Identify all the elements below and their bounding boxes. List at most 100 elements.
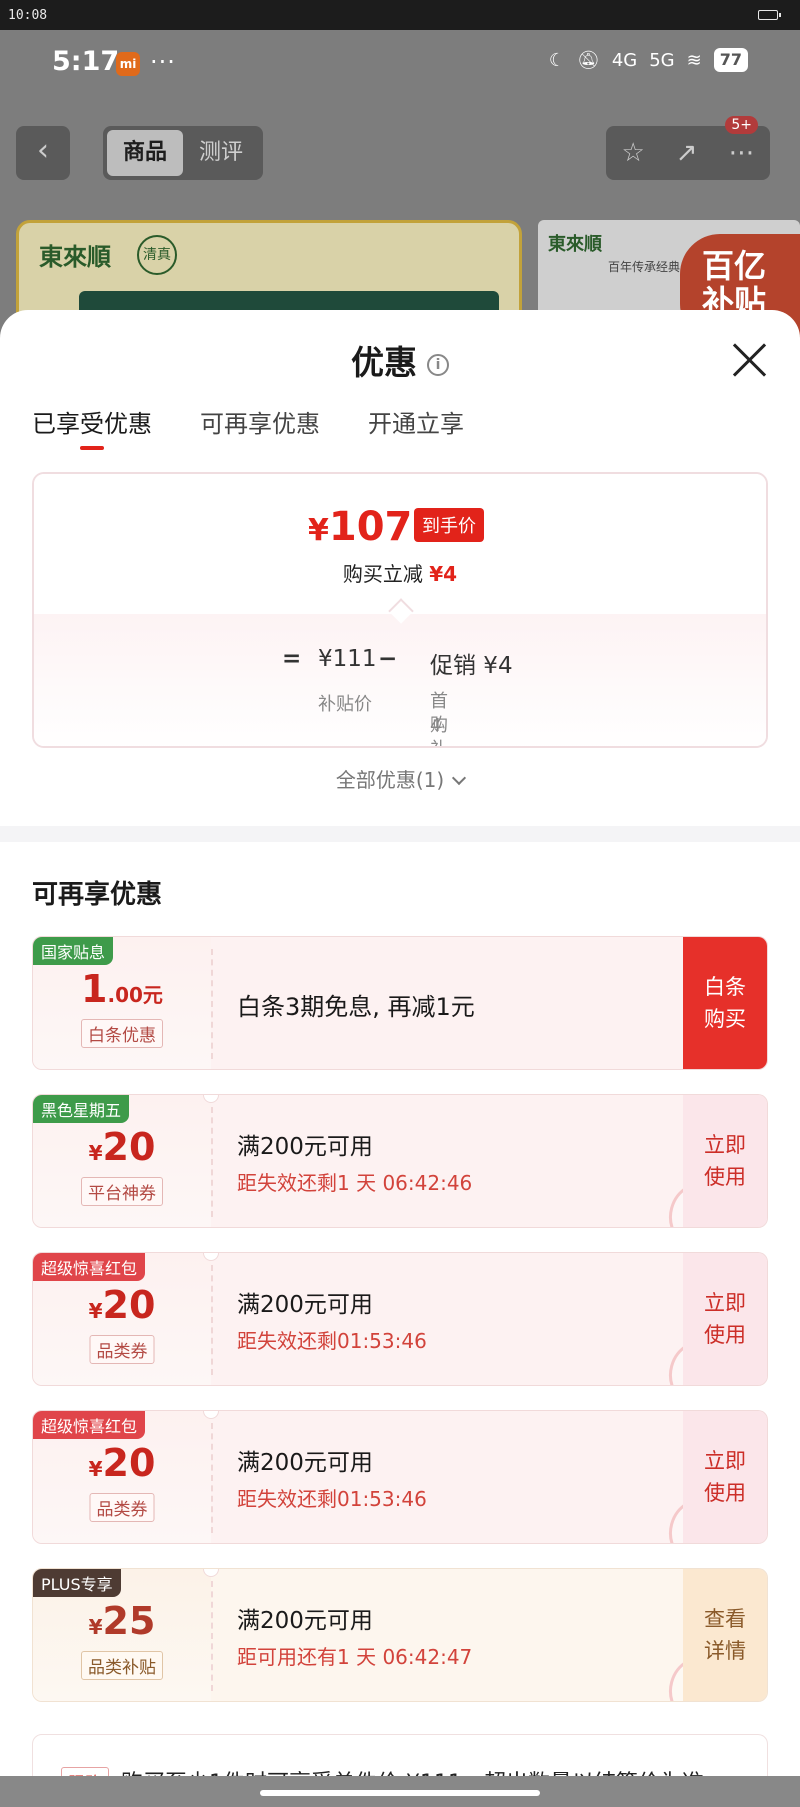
final-price-tag: 到手价 (414, 508, 484, 542)
heritage-text: 百年传承经典 (608, 260, 681, 274)
coupon-desc: 满200元可用 (237, 1608, 373, 1634)
coupon-value-main: 20 (102, 1283, 156, 1327)
sheet-title-text: 优惠 (351, 343, 417, 382)
action-label: 立即使用 (704, 1133, 746, 1189)
view-details-button[interactable]: 查看详情 (683, 1569, 767, 1701)
coupon-desc: 满200元可用 (237, 1134, 373, 1160)
coupon-desc: 满200元可用 (237, 1450, 373, 1476)
all-offers-toggle[interactable]: 全部优惠(1) (0, 764, 800, 793)
message-badge: 5+ (725, 116, 758, 134)
coupon-category: 品类券 (89, 1335, 155, 1364)
home-indicator[interactable] (260, 1790, 540, 1796)
signal-5g-icon: 5G (649, 49, 675, 71)
tab-product[interactable]: 商品 (107, 130, 183, 176)
coupon-category: 品类券 (89, 1493, 155, 1522)
use-now-button[interactable]: 立即使用 (683, 1095, 767, 1227)
coupon-card: ¥20 品类券 超级惊喜红包 满200元可用 距失效还剩01:53:46 已领 … (32, 1410, 768, 1544)
subsidy-price: ¥111 (318, 646, 377, 672)
halal-mark: 清真 (137, 235, 177, 275)
moon-icon: ☾ (548, 49, 565, 71)
coupon-category: 白条优惠 (81, 1019, 163, 1048)
action-label: 白条购买 (704, 975, 746, 1031)
product-tab-switch: 商品 测评 (103, 126, 263, 180)
coupon-value: ¥20 (33, 1283, 211, 1327)
coupon-divider (211, 1265, 213, 1375)
coupon-tag: PLUS专享 (33, 1569, 121, 1597)
price-top: ¥107 到手价 购买立减 ¥4 (34, 474, 766, 614)
all-offers-label: 全部优惠(1) (335, 768, 445, 792)
coupon-tag: 超级惊喜红包 (33, 1253, 146, 1281)
sheet-title: 优惠 i (0, 336, 800, 384)
coupon-value-small: .00元 (107, 983, 163, 1007)
yen-symbol: ¥ (88, 1299, 103, 1323)
offers-sheet: 优惠 i 已享受优惠 可再享优惠 开通立享 ¥107 到手价 购买立减 ¥4 = … (0, 310, 800, 1807)
coupon-value-main: 20 (102, 1441, 156, 1485)
promo-discount: 促销 ¥4 (430, 653, 513, 679)
final-price-value: 107 (328, 504, 413, 550)
use-now-button[interactable]: 立即使用 (683, 1253, 767, 1385)
mute-icon: 🔕︎ (576, 49, 600, 71)
tab-enjoyed-offers[interactable]: 已享受优惠 (32, 404, 152, 450)
back-button[interactable]: ‹ (16, 126, 70, 180)
final-price: ¥107 (308, 504, 412, 550)
subsidy-price-label: 补贴价 (318, 694, 372, 715)
yen-symbol: ¥ (88, 1615, 103, 1639)
equals-sign: = (282, 646, 302, 672)
baitiao-buy-button[interactable]: 白条购买 (683, 937, 767, 1069)
offer-tabs: 已享受优惠 可再享优惠 开通立享 (32, 404, 464, 450)
coupon-expiry: 距失效还剩01:53:46 (237, 1329, 427, 1353)
coupon-card: 1.00元 白条优惠 国家贴息 白条3期免息, 再减1元 白条购买 (32, 936, 768, 1070)
info-icon[interactable]: i (427, 353, 449, 376)
coupon-expiry: 距失效还剩01:53:46 (237, 1487, 427, 1511)
yen-symbol: ¥ (88, 1141, 103, 1165)
chevron-down-icon (452, 770, 467, 786)
product-page-background: 5:17 mi ··· ☾ 🔕︎ 4G 5G ≋ 77 ‹ 商品 测评 ☆ ↗ … (0, 30, 800, 360)
action-label: 查看详情 (704, 1607, 746, 1663)
brand-logo-secondary: 東來順 (548, 234, 602, 255)
close-icon[interactable] (732, 342, 768, 378)
coupon-value: 1.00元 (33, 967, 211, 1011)
battery-level: 77 (713, 48, 748, 72)
coupon-desc: 白条3期免息, 再减1元 (237, 993, 475, 1021)
tab-more-offers[interactable]: 可再享优惠 (200, 404, 320, 448)
system-time: 10:08 (8, 8, 48, 23)
more-notifications-icon: ··· (150, 48, 176, 76)
coupon-divider (211, 949, 213, 1059)
yen-symbol: ¥ (88, 1457, 103, 1481)
yen-symbol: ¥ (308, 513, 329, 548)
use-now-button[interactable]: 立即使用 (683, 1411, 767, 1543)
coupon-category: 平台神券 (81, 1177, 163, 1206)
coupon-tag: 超级惊喜红包 (33, 1411, 146, 1439)
gesture-bar (0, 1776, 800, 1807)
system-strip: 10:08 (0, 0, 800, 30)
coupon-card: ¥20 品类券 超级惊喜红包 满200元可用 距失效还剩01:53:46 已领 … (32, 1252, 768, 1386)
coupon-divider (211, 1107, 213, 1217)
final-price-card: ¥107 到手价 购买立减 ¥4 = ¥111 − 促销 ¥4 补贴价 首购礼金… (32, 472, 768, 748)
coupon-category: 品类补贴 (81, 1651, 163, 1680)
coupon-value-main: 1 (81, 967, 108, 1011)
tab-review[interactable]: 测评 (183, 130, 259, 176)
share-icon[interactable]: ↗ (676, 138, 698, 168)
more-icon[interactable]: ⋯ (728, 138, 754, 168)
tab-activate-offers[interactable]: 开通立享 (368, 404, 464, 448)
coupon-value-main: 25 (102, 1599, 156, 1643)
star-icon[interactable]: ☆ (621, 138, 644, 168)
minus-sign: − (378, 646, 398, 672)
mi-app-icon: mi (116, 52, 140, 76)
coupon-tag: 黑色星期五 (33, 1095, 130, 1123)
status-clock: 5:17 (52, 46, 120, 77)
action-label: 立即使用 (704, 1291, 746, 1347)
coupon-value: ¥20 (33, 1125, 211, 1169)
wifi-icon: ≋ (686, 49, 702, 71)
reduce-amount: ¥4 (429, 562, 458, 586)
signal-4g-icon: 4G (611, 49, 638, 71)
coupon-value: ¥25 (33, 1599, 211, 1643)
subsidy-line1: 百亿 (702, 247, 767, 285)
action-label: 立即使用 (704, 1449, 746, 1505)
price-breakdown (34, 614, 766, 746)
more-offers-title: 可再享优惠 (32, 880, 163, 910)
promo-label-value: 4 (430, 715, 442, 736)
coupon-desc: 满200元可用 (237, 1292, 373, 1318)
coupon-value-main: 20 (102, 1125, 156, 1169)
reduce-label: 购买立减 (342, 562, 423, 586)
